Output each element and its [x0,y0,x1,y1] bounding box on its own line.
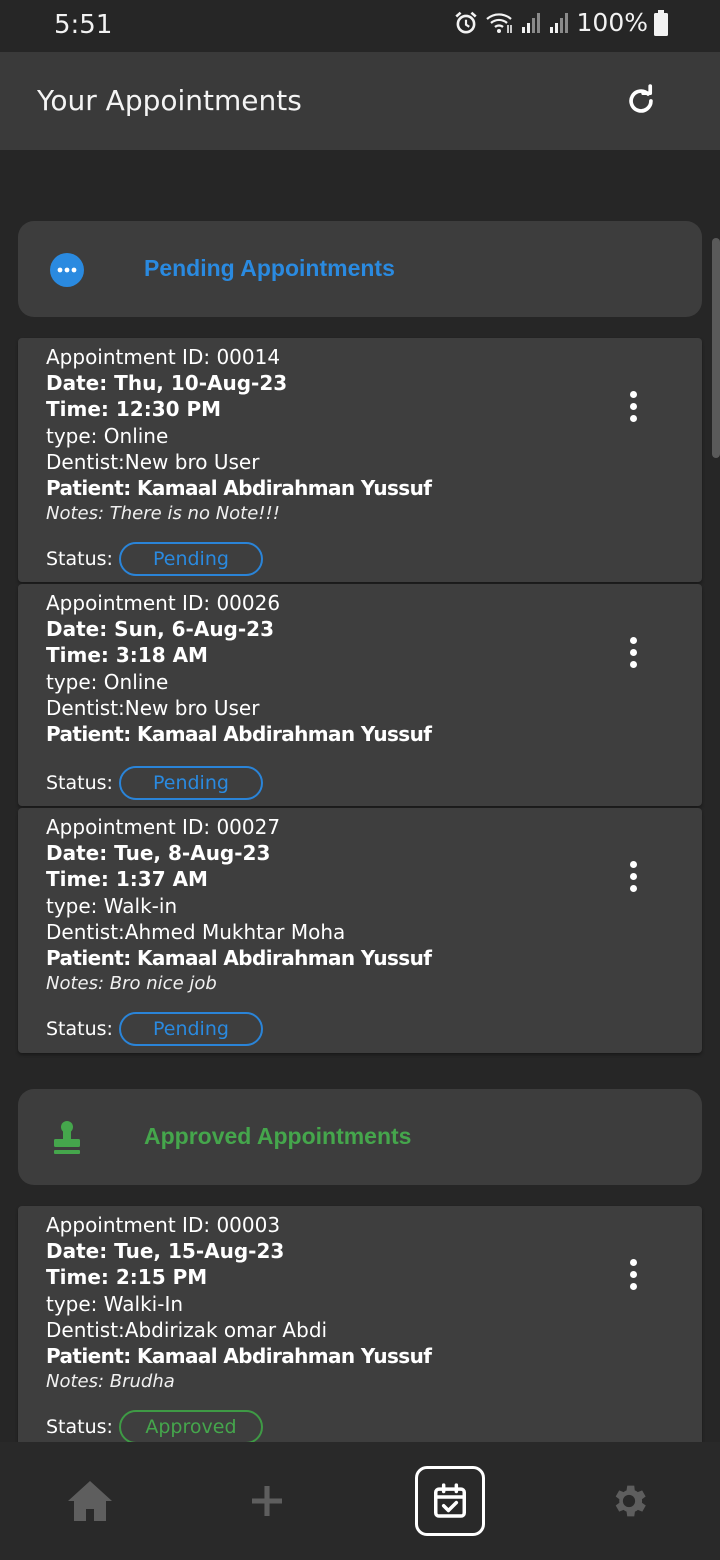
refresh-button[interactable] [616,76,666,126]
status-label: Status: [46,548,113,570]
nav-active-indicator [415,1466,485,1536]
appointment-card[interactable]: Appointment ID: 00026 Date: Sun, 6-Aug-2… [18,584,702,806]
appointment-dentist: Dentist:New bro User [46,695,260,720]
status-badge: Pending [118,542,263,576]
nav-home-button[interactable] [55,1466,125,1536]
appointment-dentist: Dentist:Abdirizak omar Abdi [46,1317,328,1342]
more-options-button[interactable] [618,632,648,672]
appointment-id: Appointment ID: 00014 [46,345,281,369]
appointment-details: Appointment ID: 00026 Date: Sun, 6-Aug-2… [46,590,432,747]
appointment-time: Time: 12:30 PM [46,397,222,422]
appointment-notes: Notes: Brudha [46,1371,175,1393]
status-row: Status: Pending [46,1012,263,1046]
appointment-patient: Patient: Kamaal Abdirahman Yussuf [46,1344,432,1369]
calendar-check-icon [434,1483,466,1518]
more-options-button[interactable] [618,856,648,896]
appointments-list[interactable]: Pending Appointments Appointment ID: 000… [0,150,720,1442]
alarm-icon [454,11,477,34]
pending-section-header[interactable]: Pending Appointments [18,221,702,317]
battery-percent: 100% [576,8,648,37]
more-options-button[interactable] [618,1254,648,1294]
settings-icon [615,1485,646,1517]
appointment-date: Date: Thu, 10-Aug-23 [46,371,288,396]
status-time: 5:51 [54,10,113,40]
appointment-notes: Notes: There is no Note!!! [46,503,280,525]
appointment-type: type: Walk-in [46,893,178,918]
refresh-icon [629,84,653,113]
kebab-dot [629,648,637,656]
appointment-details: Appointment ID: 00014 Date: Thu, 10-Aug-… [46,344,432,527]
appointment-date: Date: Tue, 8-Aug-23 [46,841,271,866]
appointment-id: Appointment ID: 00027 [46,815,281,839]
appointment-card[interactable]: Appointment ID: 00003 Date: Tue, 15-Aug-… [18,1206,702,1442]
battery-icon [654,9,668,36]
appointment-patient: Patient: Kamaal Abdirahman Yussuf [46,946,432,971]
page-title: Your Appointments [37,84,302,117]
status-label: Status: [46,772,113,794]
kebab-dot [629,636,637,644]
appointment-card[interactable]: Appointment ID: 00014 Date: Thu, 10-Aug-… [18,338,702,582]
status-badge: Approved [118,1410,263,1442]
appointment-time: Time: 3:18 AM [46,643,208,668]
status-label: Status: [46,1416,113,1438]
appointment-time: Time: 2:15 PM [46,1265,208,1290]
appointment-type: type: Online [46,669,169,694]
status-row: Status: Approved [46,1410,263,1442]
status-bar: 5:51 100% [0,0,720,52]
add-icon [252,1486,282,1516]
appointment-patient: Patient: Kamaal Abdirahman Yussuf [46,476,432,501]
stamp-icon [54,1121,80,1154]
appointment-patient: Patient: Kamaal Abdirahman Yussuf [46,722,432,747]
nav-appointments-button[interactable] [415,1466,485,1536]
appointment-date: Date: Sun, 6-Aug-23 [46,617,275,642]
status-row: Status: Pending [46,766,263,800]
appointment-notes: Notes: Bro nice job [46,973,217,995]
appointment-type: type: Online [46,423,169,448]
appointment-type: type: Walki-In [46,1291,184,1316]
status-badge: Pending [118,766,263,800]
appointment-id: Appointment ID: 00003 [46,1213,281,1237]
kebab-dot [629,1270,637,1278]
appointment-details: Appointment ID: 00003 Date: Tue, 15-Aug-… [46,1212,432,1395]
more-horizontal-circle-icon [50,253,84,287]
appointment-id: Appointment ID: 00026 [46,591,281,615]
kebab-dot [629,860,637,868]
appointment-date: Date: Tue, 15-Aug-23 [46,1239,285,1264]
appointment-card[interactable]: Appointment ID: 00027 Date: Tue, 8-Aug-2… [18,808,702,1053]
status-badge: Pending [118,1012,263,1046]
scrollbar[interactable] [712,238,720,458]
kebab-dot [629,1258,637,1266]
kebab-dot [629,414,637,422]
kebab-dot [629,390,637,398]
bottom-navigation [0,1442,720,1560]
nav-settings-button[interactable] [594,1466,664,1536]
signal-2-icon [549,12,568,33]
status-row: Status: Pending [46,542,263,576]
appointment-dentist: Dentist:Ahmed Mukhtar Moha [46,919,346,944]
appointment-time: Time: 1:37 AM [46,867,208,892]
nav-add-button[interactable] [232,1466,302,1536]
status-icons: 100% [453,8,668,37]
wifi-icon [485,12,512,33]
more-options-button[interactable] [618,386,648,426]
kebab-dot [629,884,637,892]
kebab-dot [629,872,637,880]
home-icon [68,1481,112,1521]
approved-section-title: Approved Appointments [144,1123,412,1149]
app-bar: Your Appointments [0,52,720,150]
signal-icon [521,12,540,33]
appointment-details: Appointment ID: 00027 Date: Tue, 8-Aug-2… [46,814,432,997]
pending-section-title: Pending Appointments [144,255,395,281]
kebab-dot [629,1282,637,1290]
status-label: Status: [46,1018,113,1040]
kebab-dot [629,660,637,668]
appointment-dentist: Dentist:New bro User [46,449,260,474]
approved-section-header[interactable]: Approved Appointments [18,1089,702,1185]
kebab-dot [629,402,637,410]
